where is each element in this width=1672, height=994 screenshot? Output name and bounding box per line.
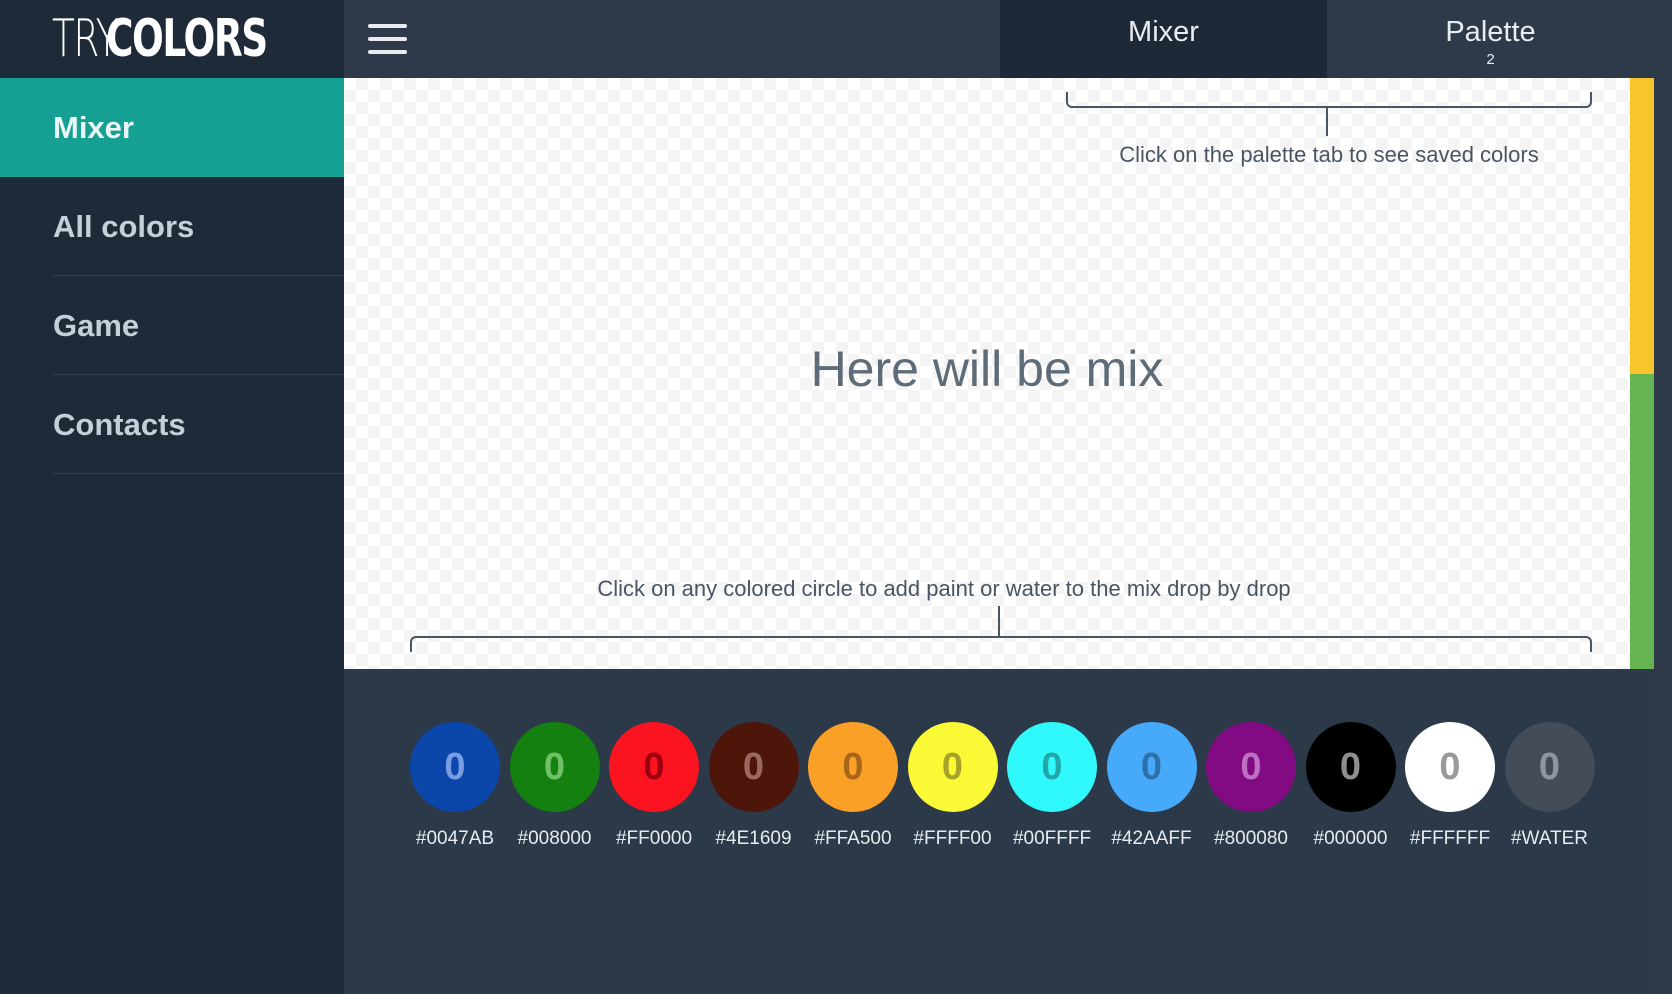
mix-color-bar-green — [1630, 374, 1654, 669]
right-edge — [1654, 0, 1672, 994]
mix-color-bar-yellow — [1630, 78, 1654, 374]
paint-item: 0 #42AAFF — [1106, 722, 1197, 850]
tab-mixer[interactable]: Mixer — [1000, 0, 1327, 78]
sidebar-item-mixer[interactable]: Mixer — [0, 78, 344, 177]
paint-code-label: #WATER — [1510, 828, 1589, 849]
paint-item: 0 #FFFFFF — [1405, 722, 1495, 850]
sidebar: TRY COLORS Mixer All colors Game Contact… — [0, 0, 344, 994]
paint-circle-0047ab[interactable]: 0 — [410, 722, 500, 812]
sidebar-item-label: Game — [53, 307, 140, 343]
mix-placeholder-text: Here will be mix — [810, 341, 1164, 397]
paint-hint-pointer — [998, 606, 1000, 638]
sidebar-item-all-colors[interactable]: All colors — [0, 177, 344, 276]
hamburger-icon[interactable] — [368, 22, 408, 56]
paint-item: 0 #800080 — [1206, 722, 1296, 850]
paint-circle-800080[interactable]: 0 — [1206, 722, 1296, 812]
paint-item: 0 #4E1609 — [708, 722, 799, 850]
palette-hint-bracket — [1066, 92, 1592, 108]
paint-circle-4e1609[interactable]: 0 — [708, 722, 799, 812]
paint-item: 0 #FFA500 — [808, 722, 898, 850]
mix-area: Click on the palette tab to see saved co… — [344, 78, 1630, 669]
logo[interactable]: TRY COLORS — [0, 0, 344, 78]
logo-text-bold: COLORS — [106, 9, 268, 69]
paint-item: 0 #FFFF00 — [907, 722, 998, 850]
sidebar-item-game[interactable]: Game — [0, 276, 344, 375]
paint-circle-ffffff[interactable]: 0 — [1405, 722, 1495, 812]
paint-item: 0 #FF0000 — [609, 722, 699, 850]
paint-item: 0 #008000 — [509, 722, 600, 850]
sidebar-item-label: Mixer — [53, 109, 134, 145]
sidebar-item-contacts[interactable]: Contacts — [0, 375, 344, 474]
paint-circle-000000[interactable]: 0 — [1305, 722, 1396, 812]
paint-hint-bracket — [410, 636, 1592, 652]
paint-circle-ff0000[interactable]: 0 — [609, 722, 699, 812]
paint-item: 0 #0047AB — [410, 722, 500, 850]
palette-hint-pointer — [1326, 106, 1328, 136]
paint-item: 0 #00FFFF — [1007, 722, 1097, 850]
tab-label: Mixer — [1128, 16, 1199, 48]
palette-count-badge: 2 — [1486, 51, 1495, 68]
paint-circle-008000[interactable]: 0 — [509, 722, 600, 812]
paint-circle-ffa500[interactable]: 0 — [808, 722, 898, 812]
paint-circle-00ffff[interactable]: 0 — [1007, 722, 1097, 812]
sidebar-item-label: Contacts — [53, 406, 186, 442]
sidebar-item-label: All colors — [53, 208, 195, 244]
paint-circle-ffff00[interactable]: 0 — [907, 722, 998, 812]
tab-label: Palette — [1445, 16, 1536, 48]
top-bar: Mixer Palette 2 — [344, 0, 1672, 78]
paint-item: 0 #WATER — [1504, 722, 1595, 850]
paint-hint-text: Click on any colored circle to add paint… — [597, 576, 1291, 601]
paint-circle-42aaff[interactable]: 0 — [1106, 722, 1197, 812]
palette-hint-text: Click on the palette tab to see saved co… — [1119, 142, 1539, 167]
tab-palette[interactable]: Palette 2 — [1327, 0, 1654, 78]
paint-circle-water[interactable]: 0 — [1504, 722, 1595, 812]
divider — [53, 473, 344, 474]
paint-item: 0 #000000 — [1305, 722, 1396, 850]
